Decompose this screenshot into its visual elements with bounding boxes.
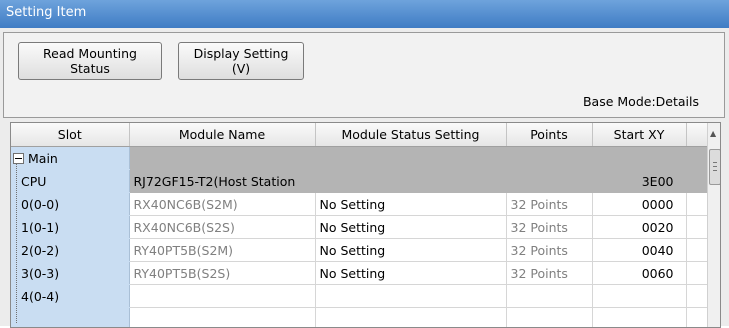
module-name-cell[interactable]: RY40PT5B(S2S) [129,262,315,285]
scroll-up-arrow-icon[interactable]: ▲ [710,129,716,138]
module-status-cell[interactable]: No Setting [315,193,506,216]
slot-cell[interactable]: CPU [11,170,129,193]
module-status-cell[interactable]: No Setting [315,216,506,239]
column-header-start-xy[interactable]: Start XY [592,123,686,147]
display-setting-label-line1: Display Setting [179,46,303,61]
read-mounting-label-line1: Read Mounting [19,46,161,61]
column-header-module-status-setting[interactable]: Module Status Setting [315,123,506,147]
slot-cell[interactable]: 1(0-1) [11,216,129,239]
read-mounting-label-line2: Status [19,61,161,76]
slot-cell[interactable]: 0(0-0) [11,193,129,216]
module-name-cell[interactable]: RX40NC6B(S2M) [129,193,315,216]
tree-node-main-label: Main [28,151,58,166]
start-xy-cell[interactable]: 0020 [592,216,686,239]
start-xy-cell[interactable]: 0040 [592,239,686,262]
tree-connector-line [16,163,18,323]
read-mounting-status-button[interactable]: Read Mounting Status [18,42,162,80]
points-cell[interactable]: 32 Points [506,262,592,285]
grip-icon [713,162,717,171]
tree-node-main[interactable]: Main [11,147,129,170]
points-cell[interactable]: 32 Points [506,239,592,262]
vertical-scrollbar[interactable]: ▲ [707,123,721,327]
display-setting-button[interactable]: Display Setting (V) [178,42,304,80]
column-header-filler [686,123,708,147]
display-setting-label-line2: (V) [179,61,303,76]
module-status-cell[interactable] [315,285,506,308]
start-xy-cell[interactable] [592,285,686,308]
start-xy-cell[interactable]: 0060 [592,262,686,285]
module-status-cell[interactable]: No Setting [315,262,506,285]
module-name-cell[interactable]: RJ72GF15-T2(Host Station [129,170,592,193]
column-header-points[interactable]: Points [506,123,592,147]
table-row[interactable]: 4(0-4) [11,285,708,308]
table-row-main[interactable]: Main [11,147,708,170]
setting-item-titlebar: Setting Item [0,0,729,28]
module-table: Slot Module Name Module Status Setting P… [10,122,721,328]
base-mode-label: Base Mode:Details [583,94,699,109]
slot-cell[interactable]: 2(0-2) [11,239,129,262]
module-name-cell[interactable]: RX40NC6B(S2S) [129,216,315,239]
module-name-cell[interactable]: RY40PT5B(S2M) [129,239,315,262]
table-header-row: Slot Module Name Module Status Setting P… [11,123,708,147]
collapse-icon[interactable] [13,153,24,164]
start-xy-cell[interactable]: 3E00 [592,170,686,193]
points-cell[interactable]: 32 Points [506,216,592,239]
points-cell[interactable] [506,285,592,308]
column-header-slot[interactable]: Slot [11,123,129,147]
table-row-cpu[interactable]: CPU RJ72GF15-T2(Host Station 3E00 [11,170,708,193]
points-cell[interactable]: 32 Points [506,193,592,216]
table-row[interactable]: 3(0-3) RY40PT5B(S2S) No Setting 32 Point… [11,262,708,285]
scrollbar-thumb[interactable] [709,149,721,185]
table-row[interactable] [11,308,708,328]
window-title: Setting Item [6,5,86,20]
slot-cell[interactable]: 3(0-3) [11,262,129,285]
module-status-cell[interactable]: No Setting [315,239,506,262]
slot-cell[interactable]: 4(0-4) [11,285,129,308]
column-header-module-name[interactable]: Module Name [129,123,315,147]
table-row[interactable]: 1(0-1) RX40NC6B(S2S) No Setting 32 Point… [11,216,708,239]
table-row[interactable]: 0(0-0) RX40NC6B(S2M) No Setting 32 Point… [11,193,708,216]
module-name-cell[interactable] [129,285,315,308]
start-xy-cell[interactable]: 0000 [592,193,686,216]
table-row[interactable]: 2(0-2) RY40PT5B(S2M) No Setting 32 Point… [11,239,708,262]
